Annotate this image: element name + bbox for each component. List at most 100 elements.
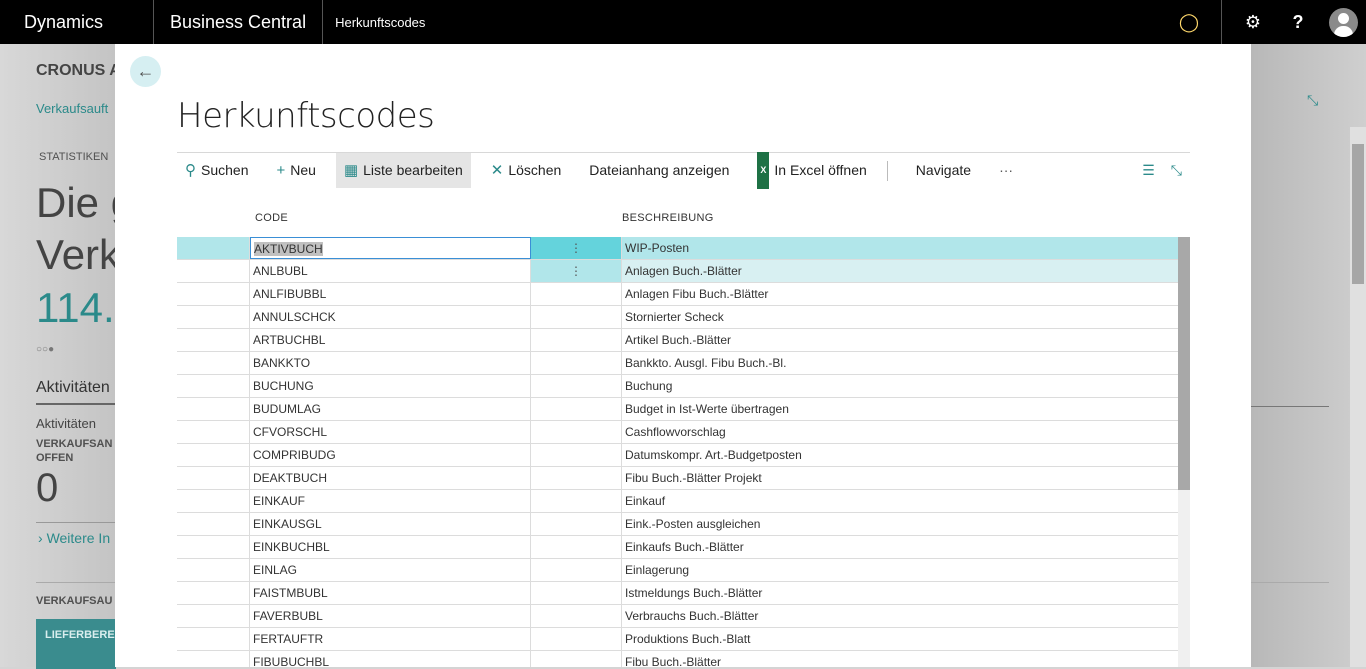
code-cell[interactable]: COMPRIBUDG [250,444,531,466]
row-actions-button[interactable] [531,283,622,305]
column-header-description[interactable]: BESCHREIBUNG [622,212,714,224]
description-cell[interactable]: Fibu Buch.-Blätter Projekt [622,467,1178,489]
row-actions-button[interactable] [531,398,622,420]
avatar[interactable] [1329,8,1358,37]
row-indicator[interactable] [177,329,250,351]
row-indicator[interactable] [177,582,250,604]
row-indicator[interactable] [177,651,250,667]
description-cell[interactable]: Buchung [622,375,1178,397]
product-name[interactable]: Dynamics 365 [0,0,154,76]
table-row[interactable]: FAISTMBUBL Istmeldungs Buch.-Blätter [177,582,1190,605]
row-actions-button[interactable] [531,444,622,466]
row-indicator[interactable] [177,306,250,328]
row-actions-button[interactable] [531,329,622,351]
row-indicator[interactable] [177,398,250,420]
code-cell[interactable]: ANLFIBUBBL [250,283,531,305]
table-row[interactable]: BUDUMLAG Budget in Ist-Werte übertragen [177,398,1190,421]
row-actions-button[interactable] [531,536,622,558]
table-row[interactable]: FAVERBUBL Verbrauchs Buch.-Blätter [177,605,1190,628]
table-row[interactable]: BANKKTO Bankkto. Ausgl. Fibu Buch.-Bl. [177,352,1190,375]
row-indicator[interactable] [177,605,250,627]
description-cell[interactable]: Anlagen Fibu Buch.-Blätter [622,283,1178,305]
nav-link[interactable]: Verkaufsauft [36,101,108,116]
code-cell[interactable]: BUDUMLAG [250,398,531,420]
code-cell[interactable]: EINLAG [250,559,531,581]
table-row[interactable]: ANNULSCHCK Stornierter Scheck [177,306,1190,329]
table-row[interactable]: FIBUBUCHBL Fibu Buch.-Blätter [177,651,1190,667]
row-indicator[interactable] [177,283,250,305]
table-row[interactable]: DEAKTBUCH Fibu Buch.-Blätter Projekt [177,467,1190,490]
code-cell[interactable]: BANKKTO [250,352,531,374]
code-cell[interactable]: EINKBUCHBL [250,536,531,558]
row-indicator[interactable] [177,237,250,259]
row-actions-button[interactable] [531,306,622,328]
tile[interactable]: LIEFERBERE [36,619,116,669]
row-actions-button[interactable] [531,513,622,535]
code-cell[interactable]: FIBUBUCHBL [250,651,531,667]
activities-heading[interactable]: Aktivitäten [36,379,116,405]
help-icon[interactable]: ? [1278,0,1318,44]
table-row[interactable]: AKTIVBUCH ⋮ WIP-Posten [177,237,1190,260]
table-row[interactable]: FERTAUFTR Produktions Buch.-Blatt [177,628,1190,651]
description-cell[interactable]: Einkaufs Buch.-Blätter [622,536,1178,558]
code-cell[interactable]: EINKAUF [250,490,531,512]
row-actions-button[interactable] [531,582,622,604]
collapse-icon[interactable]: ⤡ [1163,153,1190,188]
row-indicator[interactable] [177,421,250,443]
description-cell[interactable]: WIP-Posten [622,237,1178,259]
code-cell[interactable]: AKTIVBUCH [250,237,531,259]
attachments-button[interactable]: Dateianhang anzeigen [581,153,737,188]
delete-button[interactable]: ✕ Löschen [483,153,570,188]
row-actions-button[interactable]: ⋮ [531,260,622,282]
activities-dropdown[interactable]: Aktivitäten [36,416,96,431]
row-actions-button[interactable] [531,421,622,443]
excel-button[interactable]: X In Excel öffnen [749,152,874,189]
app-name[interactable]: Business Central [154,0,324,44]
row-actions-button[interactable] [531,467,622,489]
description-cell[interactable]: Datumskompr. Art.-Budgetposten [622,444,1178,466]
row-actions-button[interactable] [531,490,622,512]
row-indicator[interactable] [177,260,250,282]
page-scrollbar-thumb[interactable] [1352,144,1364,284]
row-indicator[interactable] [177,513,250,535]
table-row[interactable]: ANLFIBUBBL Anlagen Fibu Buch.-Blätter [177,283,1190,306]
table-row[interactable]: COMPRIBUDG Datumskompr. Art.-Budgetposte… [177,444,1190,467]
navigate-button[interactable]: Navigate [908,153,979,188]
code-cell[interactable]: FAISTMBUBL [250,582,531,604]
row-actions-button[interactable] [531,628,622,650]
table-row[interactable]: ARTBUCHBL Artikel Buch.-Blätter [177,329,1190,352]
row-indicator[interactable] [177,490,250,512]
table-row[interactable]: ANLBUBL ⋮ Anlagen Buch.-Blätter [177,260,1190,283]
table-row[interactable]: CFVORSCHL Cashflowvorschlag [177,421,1190,444]
lightbulb-icon[interactable]: ◯ [1169,0,1209,44]
list-scrollbar-thumb[interactable] [1178,237,1190,490]
description-cell[interactable]: Eink.-Posten ausgleichen [622,513,1178,535]
description-cell[interactable]: Bankkto. Ausgl. Fibu Buch.-Bl. [622,352,1178,374]
description-cell[interactable]: Istmeldungs Buch.-Blätter [622,582,1178,604]
row-indicator[interactable] [177,375,250,397]
row-actions-button[interactable] [531,651,622,667]
code-cell[interactable]: EINKAUSGL [250,513,531,535]
edit-list-button[interactable]: ▦ Liste bearbeiten [335,153,471,188]
new-button[interactable]: + Neu [268,153,323,188]
row-actions-button[interactable] [531,352,622,374]
search-button[interactable]: ⚲ Suchen [177,153,256,188]
description-cell[interactable]: Fibu Buch.-Blätter [622,651,1178,667]
table-row[interactable]: BUCHUNG Buchung [177,375,1190,398]
table-row[interactable]: EINKBUCHBL Einkaufs Buch.-Blätter [177,536,1190,559]
back-button[interactable]: ← [130,56,161,87]
row-actions-button[interactable] [531,605,622,627]
description-cell[interactable]: Artikel Buch.-Blätter [622,329,1178,351]
code-cell[interactable]: CFVORSCHL [250,421,531,443]
description-cell[interactable]: Einlagerung [622,559,1178,581]
column-header-code[interactable]: CODE [255,212,288,224]
code-cell[interactable]: BUCHUNG [250,375,531,397]
code-cell[interactable]: DEAKTBUCH [250,467,531,489]
description-cell[interactable]: Anlagen Buch.-Blätter [622,260,1178,282]
code-cell[interactable]: ANNULSCHCK [250,306,531,328]
description-cell[interactable]: Einkauf [622,490,1178,512]
table-row[interactable]: EINKAUSGL Eink.-Posten ausgleichen [177,513,1190,536]
list-view-icon[interactable]: ☰ [1134,153,1163,188]
row-indicator[interactable] [177,444,250,466]
more-link[interactable]: › Weitere In [38,530,110,546]
